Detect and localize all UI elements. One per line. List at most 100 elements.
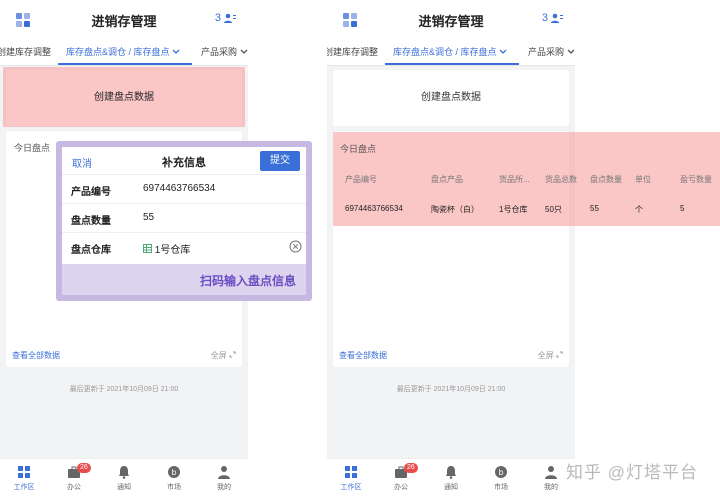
chevron-down-icon (567, 49, 574, 54)
table-cell: 个 (635, 205, 643, 214)
module-tabs: 创建库存调整 库存盘点&调仓 / 库存盘点 产品采购 (327, 38, 575, 66)
fullscreen-button[interactable]: 全屏 (211, 350, 236, 361)
today-title: 今日盘点 (340, 144, 377, 154)
field-product-code[interactable]: 产品编号 6974463766534 (62, 175, 306, 204)
tab-purchase[interactable]: 产品采购 (528, 45, 575, 58)
fullscreen-label: 全屏 (210, 351, 227, 360)
tabbar-item-notice[interactable]: 通知 (431, 465, 471, 492)
app-title: 进销存管理 (91, 14, 157, 29)
tabbar-label: 通知 (444, 484, 458, 491)
grid-icon (345, 466, 357, 478)
table-cell: 6974463766534 (345, 204, 403, 213)
tabbar-label: 办公 (394, 484, 408, 491)
table-header: 货品所... (499, 175, 530, 184)
chevron-down-icon (499, 49, 507, 54)
tabbar-item-market[interactable]: b 市场 (154, 465, 194, 492)
tab-purchase[interactable]: 产品采购 (201, 45, 248, 58)
market-icon: b (495, 466, 507, 478)
tab-stocktake-label: 库存盘点&调仓 / 库存盘点 (393, 47, 497, 57)
field-label: 盘点数量 (71, 216, 111, 227)
table-cell: 55 (590, 204, 599, 213)
tab-purchase-label: 产品采购 (201, 47, 238, 57)
product-code-value[interactable]: 6974463766534 (143, 183, 215, 194)
bottom-tabbar: 工作区 26 办公 通知 b 市场 我的 (0, 458, 248, 500)
table-header: 盘点产品 (431, 175, 463, 184)
table-header: 产品编号 (345, 175, 377, 184)
tabbar-item-workspace[interactable]: 工作区 (331, 465, 371, 492)
tab-stocktake[interactable]: 库存盘点&调仓 / 库存盘点 (66, 45, 180, 58)
warehouse-value[interactable]: 1号仓库 (143, 241, 190, 256)
submit-button[interactable]: 提交 (260, 151, 300, 171)
field-quantity[interactable]: 盘点数量 55 (62, 204, 306, 233)
create-stocktake-card[interactable]: 创建盘点数据 (333, 70, 569, 126)
office-badge: 26 (77, 463, 91, 473)
watermark: 知乎 @灯塔平台 (566, 463, 698, 482)
tabbar-label: 办公 (67, 484, 81, 491)
field-label: 盘点仓库 (71, 245, 111, 256)
view-all-link[interactable]: 查看全部数据 (12, 350, 60, 361)
grid-icon (18, 466, 30, 478)
expand-icon (229, 351, 236, 358)
table-header: 盈亏数量 (680, 175, 712, 184)
tab-stocktake[interactable]: 库存盘点&调仓 / 库存盘点 (393, 45, 507, 58)
create-stocktake-label: 创建盘点数据 (421, 92, 481, 103)
dialog-header: 取消 补充信息 提交 (62, 147, 306, 175)
tabbar-item-workspace[interactable]: 工作区 (4, 465, 44, 492)
tab-inventory-adjust[interactable]: 创建库存调整 (327, 45, 378, 58)
expand-icon (556, 351, 563, 358)
person-icon (545, 466, 557, 479)
tabbar-item-mine[interactable]: 我的 (204, 465, 244, 492)
comparison-canvas: 进销存管理 3 创建库存调整 库存盘点&调仓 / 库存盘点 产品采购 创建盘点数… (0, 0, 720, 500)
create-stocktake-label-overlay: 创建盘点数据 (6, 70, 242, 126)
bell-icon (119, 466, 129, 479)
scan-hint-bar: 扫码输入盘点信息 (62, 264, 306, 295)
user-count-button[interactable]: 3 (215, 12, 236, 24)
tabbar-item-market[interactable]: b 市场 (481, 465, 521, 492)
table-cell: 陶瓷杯（白） (431, 205, 479, 214)
bell-icon (446, 466, 456, 479)
view-all-link[interactable]: 查看全部数据 (339, 350, 387, 361)
office-badge: 26 (404, 463, 418, 473)
last-updated: 最后更新于 2021年10月09日 21:00 (396, 386, 506, 393)
tabbar-item-notice[interactable]: 通知 (104, 465, 144, 492)
quantity-value[interactable]: 55 (143, 212, 154, 223)
tab-stocktake-label: 库存盘点&调仓 / 库存盘点 (66, 47, 170, 57)
user-count-button[interactable]: 3 (542, 12, 563, 24)
tab-inventory-adjust[interactable]: 创建库存调整 (0, 45, 51, 58)
tabbar-label: 我的 (544, 484, 558, 491)
phone-screen-right: 进销存管理 3 创建库存调整 库存盘点&调仓 / 库存盘点 产品采购 创建盘点数… (327, 0, 575, 500)
active-tab-indicator (385, 63, 519, 65)
table-header: 盘点数量 (590, 175, 622, 184)
users-icon (224, 13, 236, 23)
tabbar-item-mine[interactable]: 我的 (531, 465, 571, 492)
chevron-down-icon (172, 49, 180, 54)
tabbar-item-office[interactable]: 26 办公 (381, 463, 421, 492)
tabbar-label: 工作区 (13, 484, 35, 491)
person-icon (218, 466, 230, 479)
warehouse-icon (143, 244, 152, 253)
title-bar: 进销存管理 3 (327, 0, 575, 38)
last-updated: 最后更新于 2021年10月09日 21:00 (69, 386, 179, 393)
title-bar: 进销存管理 3 (0, 0, 248, 38)
create-stocktake-label-top: 创建盘点数据 (94, 92, 154, 103)
clear-icon[interactable] (289, 240, 302, 253)
table-header: 单位 (635, 175, 651, 184)
tabbar-label: 我的 (217, 484, 231, 491)
tabbar-label: 通知 (117, 484, 131, 491)
field-warehouse[interactable]: 盘点仓库 1号仓库 (62, 233, 306, 264)
table-cell: 5 (680, 204, 685, 213)
today-title: 今日盘点 (14, 143, 51, 153)
bottom-tabbar: 工作区 26 办公 通知 b 市场 我的 (327, 458, 575, 500)
table-header: 货品总数 (545, 175, 577, 184)
svg-text:b: b (498, 468, 503, 477)
tab-purchase-label: 产品采购 (528, 47, 565, 57)
tabbar-label: 市场 (494, 484, 508, 491)
chevron-down-icon (240, 49, 247, 54)
tabbar-item-office[interactable]: 26 办公 (54, 463, 94, 492)
svg-text:b: b (171, 468, 176, 477)
fullscreen-button[interactable]: 全屏 (538, 350, 563, 361)
module-tabs: 创建库存调整 库存盘点&调仓 / 库存盘点 产品采购 (0, 38, 248, 66)
user-count: 3 (541, 12, 548, 24)
scan-hint-text: 扫码输入盘点信息 (199, 274, 296, 288)
table-cell: 50只 (545, 205, 562, 214)
